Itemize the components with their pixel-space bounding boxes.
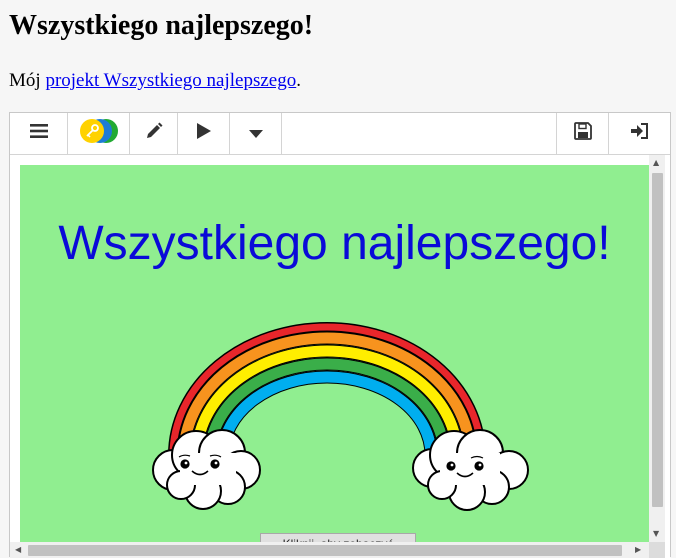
sign-in-icon — [630, 123, 649, 144]
key-icon — [78, 117, 120, 150]
floppy-disk-icon — [573, 122, 592, 145]
save-button[interactable] — [556, 113, 608, 154]
project-link[interactable]: projekt Wszystkiego najlepszego — [45, 70, 296, 91]
fullscreen-toggle-button[interactable] — [68, 113, 130, 154]
rainbow-illustration — [152, 322, 529, 511]
vertical-scrollbar[interactable]: ▲ ▼ — [649, 155, 665, 542]
page-title: Wszystkiego najlepszego! — [9, 10, 314, 41]
scroll-right-icon[interactable]: ▶ — [635, 545, 641, 555]
intro-paragraph: Mój projekt Wszystkiego najlepszego. — [9, 68, 301, 94]
horizontal-scrollbar[interactable]: ◀ ▶ — [10, 542, 649, 558]
project-stage[interactable]: Wszystkiego najlepszego! — [20, 165, 649, 558]
edit-button[interactable] — [130, 113, 178, 154]
run-button[interactable] — [178, 113, 230, 154]
project-toolbar — [10, 113, 670, 155]
intro-suffix: . — [296, 70, 301, 91]
scroll-left-icon[interactable]: ◀ — [15, 545, 21, 555]
pencil-icon — [145, 122, 163, 145]
sign-in-button[interactable] — [608, 113, 670, 154]
embedded-project-frame: Wszystkiego najlepszego! ▲ ▼ ◀ ▶ — [9, 112, 671, 558]
play-icon — [196, 122, 212, 145]
more-button[interactable] — [230, 113, 282, 154]
scroll-down-icon[interactable]: ▼ — [653, 529, 659, 539]
intro-prefix: Mój — [9, 70, 46, 91]
caret-down-icon — [248, 125, 263, 143]
project-viewport: Wszystkiego najlepszego! ▲ ▼ ◀ ▶ — [10, 155, 670, 558]
scroll-up-icon[interactable]: ▲ — [653, 158, 659, 168]
vertical-scroll-thumb[interactable] — [652, 173, 663, 507]
scrollbar-corner — [649, 542, 665, 558]
horizontal-scroll-thumb[interactable] — [28, 545, 622, 556]
menu-button[interactable] — [10, 113, 68, 154]
hamburger-icon — [29, 123, 48, 144]
